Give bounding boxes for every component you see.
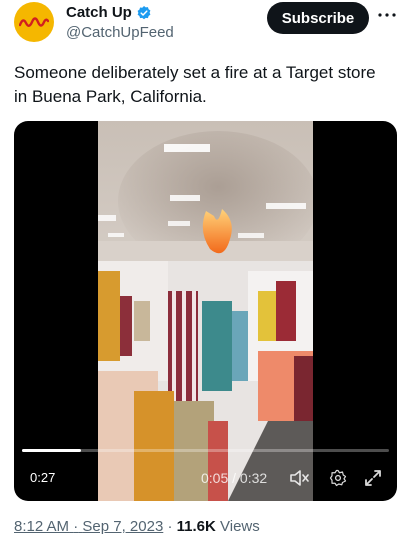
views-label: Views	[220, 518, 260, 535]
tweet-text: Someone deliberately set a fire at a Tar…	[14, 61, 399, 109]
video-time-display: 0:05 / 0:32	[201, 470, 268, 486]
tweet-text-line: in Buena Park, California.	[14, 87, 207, 106]
author-name-label: Catch Up	[66, 4, 132, 21]
tweet-text-line: Someone deliberately set a fire at a Tar…	[14, 63, 376, 82]
author-handle[interactable]: @CatchUpFeed	[66, 24, 174, 41]
video-controls: 0:27 0:05 / 0:32	[14, 441, 397, 501]
avatar[interactable]	[14, 2, 54, 42]
tweet-date: Sep 7, 2023	[82, 518, 164, 535]
mute-icon[interactable]	[288, 467, 310, 489]
meta-separator: ·	[167, 518, 173, 535]
meta-separator: ·	[73, 518, 79, 535]
catchup-logo-icon	[19, 17, 49, 27]
video-player[interactable]: 0:27 0:05 / 0:32	[14, 121, 397, 501]
author-name[interactable]: Catch Up	[66, 4, 152, 21]
fullscreen-icon[interactable]	[362, 467, 384, 489]
tweet-meta: 8:12 AM · Sep 7, 2023 · 11.6K Views	[14, 518, 260, 535]
video-progress-bar[interactable]	[22, 449, 389, 452]
more-icon[interactable]	[376, 4, 398, 26]
tweet-time: 8:12 AM	[14, 518, 70, 535]
tweet-timestamp-link[interactable]: 8:12 AM · Sep 7, 2023	[14, 518, 163, 535]
video-progress-fill	[22, 449, 81, 452]
settings-icon[interactable]	[327, 467, 349, 489]
views-count: 11.6K	[176, 518, 216, 535]
subscribe-button[interactable]: Subscribe	[267, 2, 369, 34]
verified-badge-icon	[137, 5, 151, 19]
video-elapsed-badge: 0:27	[26, 468, 60, 487]
